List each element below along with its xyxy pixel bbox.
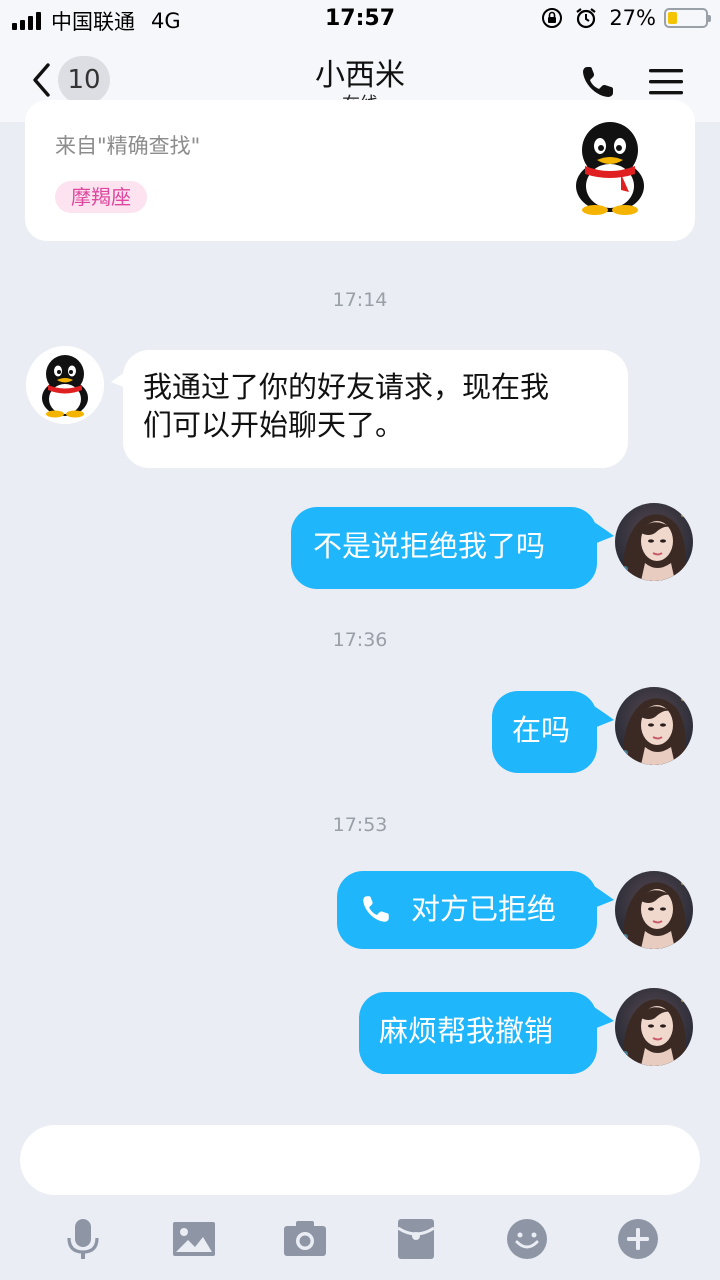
user-portrait-icon: [615, 871, 693, 949]
message-timestamp: 17:53: [332, 814, 388, 836]
bubble-tail: [594, 706, 614, 728]
menu-icon[interactable]: [646, 64, 686, 100]
alarm-clock-icon: [576, 8, 596, 29]
message-text-line: 们可以开始聊天了。: [143, 408, 405, 442]
call-record-bubble[interactable]: 对方已拒绝: [337, 871, 597, 949]
microphone-icon[interactable]: [60, 1216, 106, 1262]
message-text: 在吗: [512, 713, 571, 747]
message-text: 对方已拒绝: [411, 892, 557, 926]
message-text: 麻烦帮我撤销: [379, 1014, 554, 1048]
my-avatar[interactable]: [615, 871, 693, 949]
my-avatar[interactable]: [615, 988, 693, 1066]
message-timestamp: 17:36: [332, 629, 388, 651]
incoming-message-bubble[interactable]: 我通过了你的好友请求，现在我 们可以开始聊天了。: [123, 350, 628, 468]
outgoing-message-bubble[interactable]: 在吗: [492, 691, 597, 773]
friend-profile-card[interactable]: 来自"精确查找" 摩羯座: [25, 100, 695, 241]
bubble-tail: [594, 886, 614, 908]
qq-penguin-icon: [576, 122, 644, 215]
emoji-icon[interactable]: [504, 1216, 550, 1262]
outgoing-message-bubble[interactable]: 麻烦帮我撤销: [359, 992, 597, 1074]
message-timestamp: 17:14: [332, 289, 388, 311]
outgoing-message-bubble[interactable]: 不是说拒绝我了吗: [291, 507, 597, 589]
input-toolbar: [0, 1216, 720, 1266]
user-portrait-icon: [615, 503, 693, 581]
rotation-lock-icon: [542, 8, 563, 28]
user-portrait-icon: [615, 988, 693, 1066]
friend-source-text: 来自"精确查找": [55, 134, 201, 158]
chat-screen: 中国联通 4G 17:57 27% 10 小西米 来自"精确查找" 摩羯座 17…: [0, 0, 720, 1280]
camera-icon[interactable]: [282, 1216, 328, 1262]
red-packet-icon[interactable]: [393, 1216, 439, 1262]
message-input[interactable]: [20, 1125, 700, 1195]
battery-percent-label: 27%: [609, 6, 656, 30]
phone-icon: [363, 896, 389, 922]
my-avatar[interactable]: [615, 503, 693, 581]
status-bar: 中国联通 4G 17:57 27%: [0, 0, 720, 40]
bubble-tail: [594, 522, 614, 544]
contact-avatar[interactable]: [26, 346, 104, 424]
phone-icon[interactable]: [578, 62, 618, 102]
message-text: 不是说拒绝我了吗: [313, 529, 546, 563]
message-text-line: 我通过了你的好友请求，现在我: [143, 370, 550, 404]
bubble-tail: [594, 1007, 614, 1029]
image-icon[interactable]: [171, 1216, 217, 1262]
my-avatar[interactable]: [615, 687, 693, 765]
battery-icon: [664, 8, 711, 28]
zodiac-tag: 摩羯座: [55, 181, 147, 213]
input-area: [0, 1108, 720, 1280]
qq-penguin-icon: [26, 346, 104, 424]
user-portrait-icon: [615, 687, 693, 765]
plus-icon[interactable]: [615, 1216, 661, 1262]
